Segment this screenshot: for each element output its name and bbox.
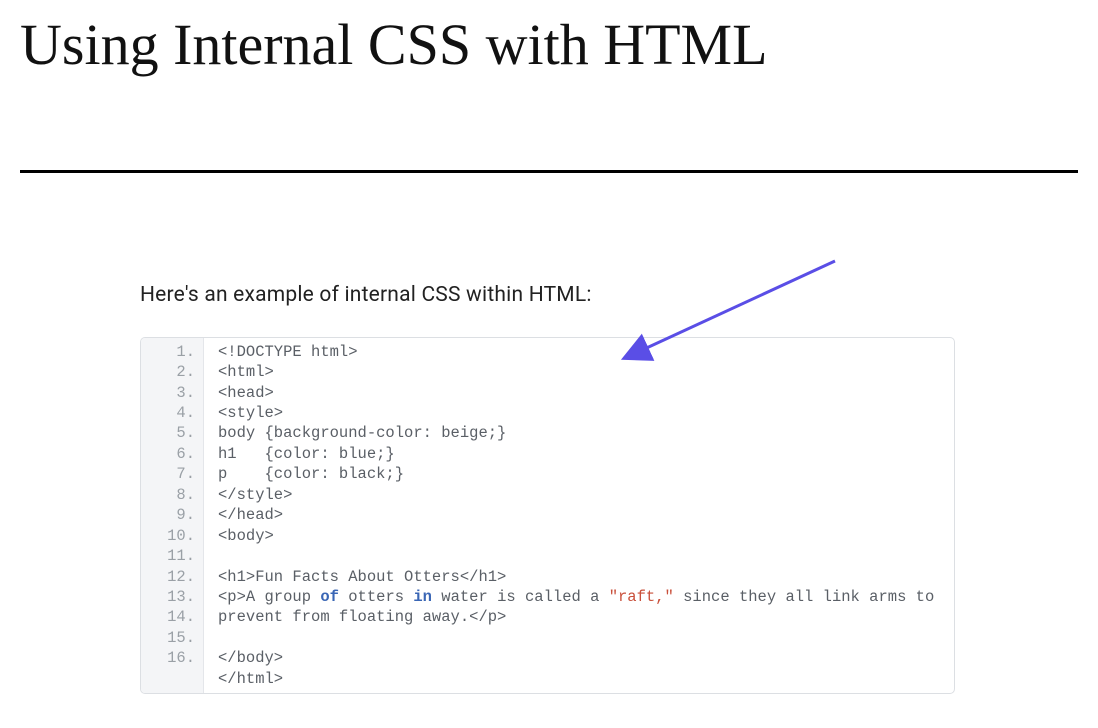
code-token: </style>	[218, 486, 292, 504]
code-token: otters	[339, 588, 413, 606]
code-token: body {background-color: beige;}	[218, 424, 506, 442]
line-number-gutter: 1.2.3.4.5.6.7.8.9.10.11.12.13.14.15.16.	[141, 338, 204, 694]
code-token: h1 {color: blue;}	[218, 445, 395, 463]
code-line: </style>	[218, 485, 944, 505]
line-number: 7.	[145, 464, 195, 484]
code-token: </head>	[218, 506, 283, 524]
line-number: 1.	[145, 342, 195, 362]
code-block: 1.2.3.4.5.6.7.8.9.10.11.12.13.14.15.16. …	[140, 337, 955, 695]
line-number: 3.	[145, 383, 195, 403]
line-number: 4.	[145, 403, 195, 423]
code-token: <body>	[218, 527, 274, 545]
code-token: <h1>Fun Facts About Otters</h1>	[218, 568, 506, 586]
code-line: <!DOCTYPE html>	[218, 342, 944, 362]
line-number: 12.	[145, 567, 195, 587]
line-number: 8.	[145, 485, 195, 505]
line-number: 5.	[145, 423, 195, 443]
code-token: p {color: black;}	[218, 465, 404, 483]
code-line: <head>	[218, 383, 944, 403]
code-line: <h1>Fun Facts About Otters</h1>	[218, 567, 944, 587]
horizontal-rule	[20, 170, 1078, 173]
page-title: Using Internal CSS with HTML	[20, 10, 1078, 80]
code-content: <!DOCTYPE html> <html> <head> <style> body {…	[204, 338, 954, 694]
line-number: 6.	[145, 444, 195, 464]
code-token: <style>	[218, 404, 283, 422]
code-token: <p>A group	[218, 588, 320, 606]
lead-text: Here's an example of internal CSS within…	[140, 283, 1078, 307]
code-line: <body>	[218, 526, 944, 546]
code-token: </body>	[218, 649, 283, 667]
code-token: of	[320, 588, 339, 606]
code-line: p {color: black;}	[218, 464, 944, 484]
line-number: 10.	[145, 526, 195, 546]
line-number: 9.	[145, 505, 195, 525]
line-number: 16.	[145, 648, 195, 668]
code-token: <!DOCTYPE html>	[218, 343, 358, 361]
code-token: </html>	[218, 670, 283, 688]
code-token: <head>	[218, 384, 274, 402]
code-line: </html>	[218, 669, 944, 689]
page: Using Internal CSS with HTML Here's an e…	[0, 10, 1098, 694]
line-number: 15.	[145, 628, 195, 648]
line-number: 2.	[145, 362, 195, 382]
code-line: h1 {color: blue;}	[218, 444, 944, 464]
code-line: body {background-color: beige;}	[218, 423, 944, 443]
code-token: water is called a	[432, 588, 609, 606]
line-number: 13.	[145, 587, 195, 607]
code-line	[218, 546, 944, 566]
code-line: <html>	[218, 362, 944, 382]
code-example: 1.2.3.4.5.6.7.8.9.10.11.12.13.14.15.16. …	[140, 337, 955, 695]
line-number: 14.	[145, 607, 195, 627]
code-token: "raft,"	[609, 588, 674, 606]
line-number: 11.	[145, 546, 195, 566]
code-token: in	[413, 588, 432, 606]
code-line: <style>	[218, 403, 944, 423]
code-line: </head>	[218, 505, 944, 525]
code-line: <p>A group of otters in water is called …	[218, 587, 944, 628]
code-line	[218, 628, 944, 648]
code-token: <html>	[218, 363, 274, 381]
code-line: </body>	[218, 648, 944, 668]
